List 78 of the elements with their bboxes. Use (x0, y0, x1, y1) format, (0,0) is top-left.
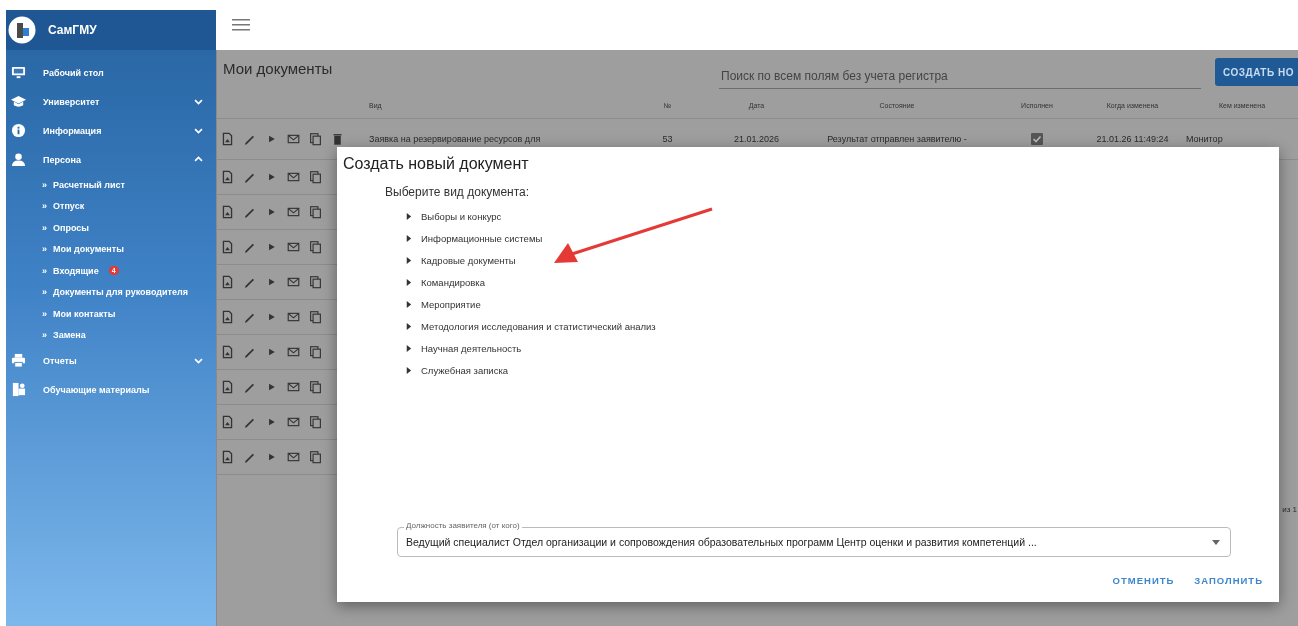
document-icon[interactable] (221, 380, 234, 394)
mail-icon[interactable] (287, 170, 300, 184)
mail-icon[interactable] (287, 450, 300, 464)
create-button[interactable]: СОЗДАТЬ НО (1215, 58, 1298, 86)
document-icon[interactable] (221, 132, 234, 146)
tree-item[interactable]: Информационные системы (405, 227, 543, 249)
sidebar-item[interactable]: Рабочий стол (6, 58, 216, 87)
table-cell: 53 (662, 134, 673, 144)
mail-icon[interactable] (287, 240, 300, 254)
dialog-prompt: Выберите вид документа: (385, 185, 530, 199)
sidebar-item[interactable]: Информация (6, 116, 216, 145)
mail-icon[interactable] (287, 205, 300, 219)
sidebar-item[interactable]: Обучающие материалы (6, 375, 216, 404)
mail-icon[interactable] (287, 310, 300, 324)
document-icon[interactable] (221, 205, 234, 219)
printer-icon (11, 353, 26, 368)
table-cell: 21.01.26 11:49:24 (1096, 134, 1169, 144)
mail-icon[interactable] (287, 415, 300, 429)
mail-icon[interactable] (287, 132, 300, 146)
sidebar-subitem[interactable]: » Расчетный лист (6, 174, 216, 196)
tree-item[interactable]: Кадровые документы (405, 249, 516, 271)
logo-icon (8, 16, 36, 44)
copy-icon[interactable] (309, 205, 322, 219)
table-cell: Заявка на резервирование ресурсов для (369, 134, 541, 144)
field-label: Должность заявителя (от кого) (404, 521, 522, 530)
sidebar-item[interactable]: Персона (6, 145, 216, 174)
copy-icon[interactable] (309, 170, 322, 184)
sidebar-item[interactable]: Отчеты (6, 346, 216, 375)
document-icon[interactable] (221, 275, 234, 289)
sidebar-subitem[interactable]: » Документы для руководителя (6, 281, 216, 303)
sidebar-subitem[interactable]: » Мои контакты (6, 303, 216, 325)
tree-item[interactable]: Служебная записка (405, 359, 509, 381)
sidebar-subitem[interactable]: » Опросы (6, 217, 216, 239)
tree-item[interactable]: Мероприятие (405, 293, 481, 315)
menu-icon[interactable] (232, 18, 250, 32)
checkbox[interactable] (1031, 133, 1043, 145)
copy-icon[interactable] (309, 450, 322, 464)
sidebar-subitem[interactable]: » Мои документы (6, 238, 216, 260)
document-icon[interactable] (221, 415, 234, 429)
document-icon[interactable] (221, 450, 234, 464)
table-cell: Монитор (1186, 134, 1223, 144)
dialog-button[interactable]: ЗАПОЛНИТЬ (1186, 571, 1271, 590)
pager-text: из 1 (1282, 505, 1297, 514)
mail-icon[interactable] (287, 345, 300, 359)
page-title: Мои документы (223, 60, 334, 77)
copy-icon[interactable] (309, 415, 322, 429)
tree-item[interactable]: Выборы и конкурс (405, 205, 502, 227)
dialog-title: Создать новый документ (343, 155, 529, 173)
copy-icon[interactable] (309, 240, 322, 254)
materials-icon (11, 382, 26, 397)
sidebar-item[interactable]: Университет (6, 87, 216, 116)
document-icon[interactable] (221, 310, 234, 324)
tree-item[interactable]: Научная деятельность (405, 337, 522, 359)
tree-item[interactable]: Методология исследования и статистический анализ (405, 315, 656, 337)
table-cell: 21.01.2026 (733, 134, 779, 144)
mail-icon[interactable] (287, 380, 300, 394)
copy-icon[interactable] (309, 132, 322, 146)
document-icon[interactable] (221, 345, 234, 359)
tree-item[interactable]: Командировка (405, 271, 485, 293)
document-icon[interactable] (221, 170, 234, 184)
trash-icon[interactable] (331, 132, 344, 146)
dialog-button[interactable]: ОТМЕНИТЬ (1104, 571, 1183, 590)
monitor-icon (11, 65, 26, 80)
person-icon (11, 152, 26, 167)
copy-icon[interactable] (309, 345, 322, 359)
sidebar-subitem[interactable]: » Отпуск (6, 195, 216, 217)
cap-icon (11, 94, 26, 109)
dropdown-caret-icon (1212, 539, 1220, 545)
copy-icon[interactable] (309, 275, 322, 289)
sidebar-subitem[interactable]: » Замена (6, 324, 216, 346)
table-cell: Результат отправлен заявителю - (827, 134, 967, 144)
mail-icon[interactable] (287, 275, 300, 289)
document-icon[interactable] (221, 240, 234, 254)
copy-icon[interactable] (309, 380, 322, 394)
info-icon (11, 123, 26, 138)
brand-name: СамГМУ (48, 23, 97, 37)
copy-icon[interactable] (309, 310, 322, 324)
search-field[interactable]: Поиск по всем полям без учета регистра (719, 64, 1201, 89)
